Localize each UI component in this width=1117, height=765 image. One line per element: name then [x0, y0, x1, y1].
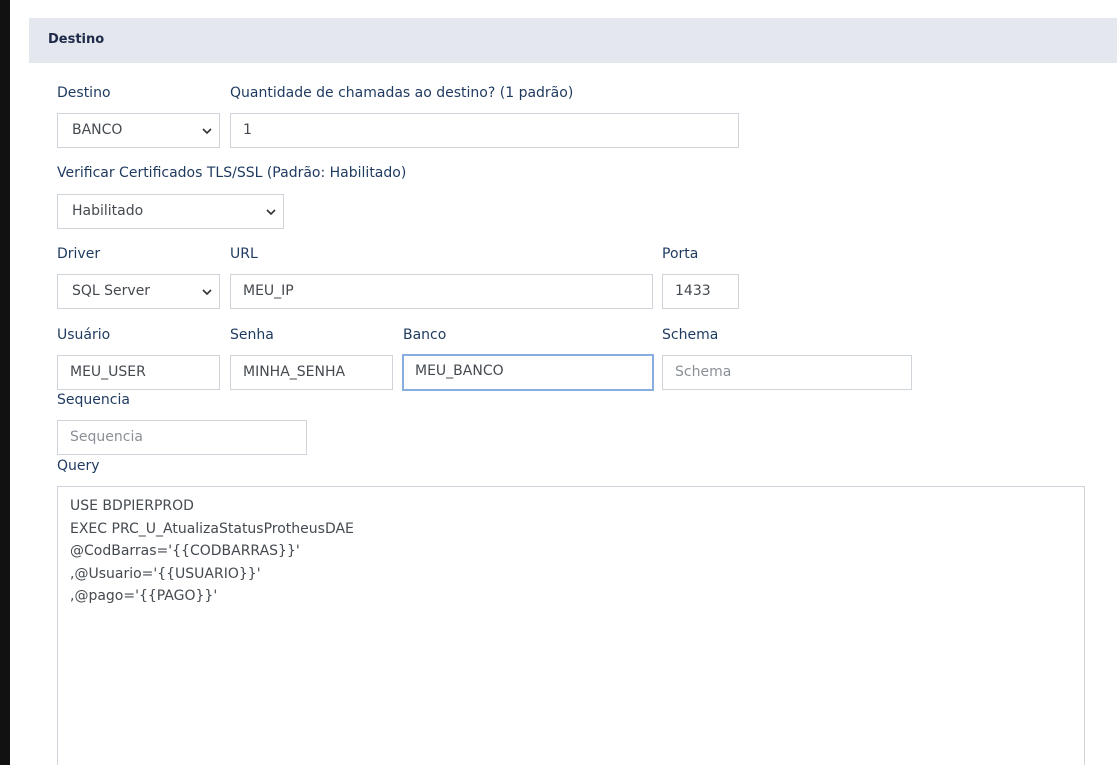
destino-select[interactable]: BANCO [57, 113, 220, 148]
schema-input[interactable]: Schema [662, 355, 912, 390]
porta-label: Porta [662, 246, 699, 262]
driver-label: Driver [57, 246, 101, 262]
driver-select[interactable]: SQL Server [57, 274, 220, 309]
chevron-down-icon [202, 289, 212, 296]
destino-label: Destino [57, 85, 111, 101]
sequencia-label: Sequencia [57, 392, 130, 408]
destino-select-value: BANCO [72, 122, 123, 138]
quantidade-input[interactable]: 1 [230, 113, 739, 148]
porta-input[interactable]: 1433 [662, 274, 739, 309]
query-label: Query [57, 458, 100, 474]
schema-label: Schema [662, 327, 719, 343]
chevron-down-icon [266, 209, 276, 216]
driver-select-value: SQL Server [72, 283, 151, 299]
section-header: Destino [29, 18, 1117, 63]
destino-panel: Destino Destino Quantidade de chamadas a… [10, 0, 1117, 765]
sequencia-input[interactable]: Sequencia [57, 420, 307, 455]
senha-input[interactable]: MINHA_SENHA [230, 355, 393, 390]
query-line: ,@pago='{{PAGO}}' [70, 588, 218, 604]
banco-label: Banco [403, 327, 447, 343]
query-line: EXEC PRC_U_AtualizaStatusProtheusDAE [70, 520, 354, 537]
senha-label: Senha [230, 327, 274, 343]
section-title: Destino [48, 32, 105, 47]
query-textarea[interactable]: USE BDPIERPROD EXEC PRC_U_AtualizaStatus… [57, 486, 1085, 765]
quantidade-label: Quantidade de chamadas ao destino? (1 pa… [230, 85, 574, 101]
usuario-input[interactable]: MEU_USER [57, 355, 220, 390]
query-line: USE BDPIERPROD [70, 498, 194, 514]
tls-label: Verificar Certificados TLS/SSL (Padrão: … [57, 165, 407, 181]
tls-select-value: Habilitado [72, 203, 144, 219]
query-line: ,@Usuario='{{USUARIO}}' [70, 565, 261, 582]
tls-select[interactable]: Habilitado [57, 194, 284, 229]
chevron-down-icon [202, 128, 212, 135]
banco-input[interactable]: MEU_BANCO [402, 354, 654, 391]
url-label: URL [230, 246, 258, 262]
url-input[interactable]: MEU_IP [230, 274, 653, 309]
query-line: @CodBarras='{{CODBARRAS}}' [70, 543, 300, 559]
usuario-label: Usuário [57, 327, 111, 343]
